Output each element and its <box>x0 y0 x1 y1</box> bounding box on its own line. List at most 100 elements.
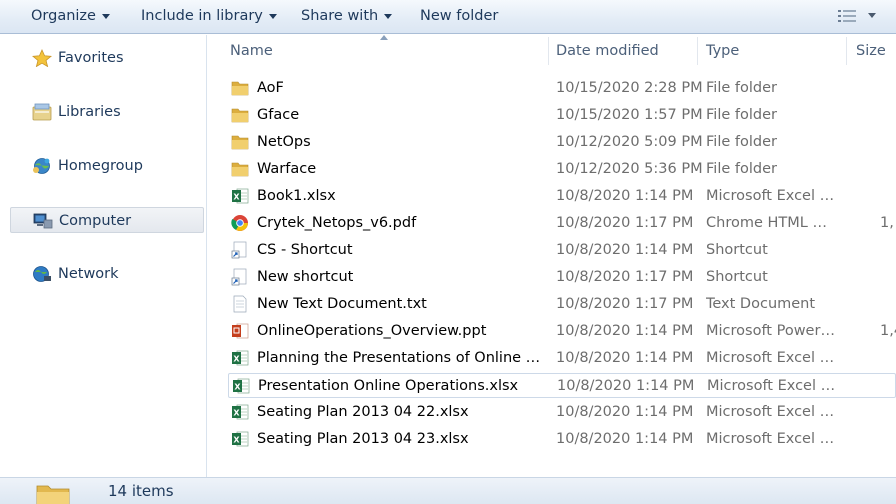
column-header-name[interactable]: Name <box>230 35 273 67</box>
column-divider[interactable] <box>548 37 549 65</box>
file-row[interactable]: OnlineOperations_Overview.ppt 10/8/2020 1… <box>228 319 896 344</box>
file-size <box>880 157 896 182</box>
file-size <box>880 400 896 425</box>
file-date-modified: 10/12/2020 5:36 PM <box>556 161 703 177</box>
svg-text:X: X <box>233 409 240 418</box>
file-size <box>881 374 896 399</box>
file-row[interactable]: NetOps 10/12/2020 5:09 PM File folder <box>228 130 896 155</box>
file-size <box>880 265 896 290</box>
file-list-pane: Name Date modified Type Size AoF 10/15/20… <box>208 35 896 477</box>
file-date-modified: 10/8/2020 1:14 PM <box>556 350 694 366</box>
file-type: Microsoft Excel W... <box>706 404 838 420</box>
navigation-pane: Favorites Libraries Homegroup Computer N… <box>0 35 207 477</box>
file-name: Seating Plan 2013 04 22.xlsx <box>257 404 469 420</box>
file-type: Microsoft PowerP... <box>706 323 838 339</box>
file-name: AoF <box>257 80 284 96</box>
nav-item-favorites[interactable]: Favorites <box>10 45 204 71</box>
column-header-size[interactable]: Size <box>856 35 886 67</box>
nav-item-label: Libraries <box>58 104 121 120</box>
new-folder-label: New folder <box>420 8 499 24</box>
file-date-modified: 10/8/2020 1:14 PM <box>557 378 695 394</box>
nav-item-label: Network <box>58 266 119 282</box>
nav-item-label: Computer <box>59 213 132 229</box>
file-size <box>880 103 896 128</box>
file-date-modified: 10/8/2020 1:17 PM <box>556 269 694 285</box>
column-divider[interactable] <box>846 37 847 65</box>
file-size <box>880 292 896 317</box>
libraries-icon <box>32 103 52 121</box>
file-row[interactable]: X Seating Plan 2013 04 22.xlsx 10/8/2020 1… <box>228 400 896 425</box>
file-size <box>880 130 896 155</box>
file-row[interactable]: X Planning the Presentations of Online Op… <box>228 346 896 371</box>
share-with-button[interactable]: Share with <box>301 7 393 27</box>
homegroup-icon <box>33 158 50 174</box>
file-name: OnlineOperations_Overview.ppt <box>257 323 487 339</box>
share-with-label: Share with <box>301 8 379 24</box>
file-date-modified: 10/15/2020 2:28 PM <box>556 80 703 96</box>
folder-icon <box>36 485 70 504</box>
file-row[interactable]: Crytek_Netops_v6.pdf 10/8/2020 1:17 PM Chr… <box>228 211 896 236</box>
column-header-date-modified[interactable]: Date modified <box>556 35 659 67</box>
file-name: Seating Plan 2013 04 23.xlsx <box>257 431 469 447</box>
nav-item-network[interactable]: Network <box>10 261 204 287</box>
include-in-library-button[interactable]: Include in library <box>141 7 277 27</box>
nav-item-computer[interactable]: Computer <box>10 207 204 233</box>
status-bar: 14 items <box>0 477 896 504</box>
file-row[interactable]: AoF 10/15/2020 2:28 PM File folder <box>228 76 896 101</box>
file-row[interactable]: CS - Shortcut 10/8/2020 1:14 PM Shortcut <box>228 238 896 263</box>
file-row[interactable]: X Presentation Online Operations.xlsx 10/8… <box>228 373 896 398</box>
file-type: File folder <box>706 107 777 123</box>
chevron-down-icon <box>268 13 277 19</box>
chevron-down-icon <box>384 13 393 19</box>
file-date-modified: 10/8/2020 1:14 PM <box>556 431 694 447</box>
file-date-modified: 10/8/2020 1:17 PM <box>556 296 694 312</box>
file-type: Shortcut <box>706 242 768 258</box>
star-icon <box>32 49 52 67</box>
new-folder-button[interactable]: New folder <box>420 7 498 27</box>
file-date-modified: 10/15/2020 1:57 PM <box>556 107 703 123</box>
file-type: File folder <box>706 134 777 150</box>
file-type: Microsoft Excel W... <box>706 350 838 366</box>
command-bar: Organize Include in library Share with N… <box>0 0 896 34</box>
file-name: NetOps <box>257 134 311 150</box>
file-type: Text Document <box>706 296 816 312</box>
file-date-modified: 10/8/2020 1:14 PM <box>556 188 694 204</box>
network-icon <box>33 266 51 282</box>
computer-icon <box>33 213 53 229</box>
organize-button[interactable]: Organize <box>31 7 110 27</box>
column-divider[interactable] <box>697 37 698 65</box>
file-date-modified: 10/8/2020 1:17 PM <box>556 215 694 231</box>
details-view-icon[interactable] <box>838 9 856 23</box>
file-type: Shortcut <box>706 269 768 285</box>
file-row[interactable]: New shortcut 10/8/2020 1:17 PM Shortcut <box>228 265 896 290</box>
file-name: New Text Document.txt <box>257 296 427 312</box>
file-row[interactable]: Warface 10/12/2020 5:36 PM File folder <box>228 157 896 182</box>
file-date-modified: 10/12/2020 5:09 PM <box>556 134 703 150</box>
file-date-modified: 10/8/2020 1:14 PM <box>556 404 694 420</box>
svg-text:X: X <box>233 193 240 202</box>
svg-text:X: X <box>234 383 241 392</box>
include-in-library-label: Include in library <box>141 8 263 24</box>
column-header-type[interactable]: Type <box>706 35 739 67</box>
file-row[interactable]: X Seating Plan 2013 04 23.xlsx 10/8/2020 1… <box>228 427 896 452</box>
nav-item-label: Homegroup <box>58 158 143 174</box>
file-name: Book1.xlsx <box>257 188 336 204</box>
file-size: 1,4 <box>880 323 896 339</box>
file-size <box>880 76 896 101</box>
svg-text:X: X <box>233 355 240 364</box>
file-row[interactable]: Gface 10/15/2020 1:57 PM File folder <box>228 103 896 128</box>
file-row[interactable]: X Book1.xlsx 10/8/2020 1:14 PM Microsoft Ex… <box>228 184 896 209</box>
file-name: New shortcut <box>257 269 354 285</box>
nav-item-homegroup[interactable]: Homegroup <box>10 153 204 179</box>
file-date-modified: 10/8/2020 1:14 PM <box>556 242 694 258</box>
file-row[interactable]: New Text Document.txt 10/8/2020 1:17 PM Te… <box>228 292 896 317</box>
view-options-dropdown[interactable] <box>868 13 876 18</box>
item-count: 14 items <box>108 482 174 500</box>
file-type: File folder <box>706 80 777 96</box>
file-name: CS - Shortcut <box>257 242 353 258</box>
nav-item-libraries[interactable]: Libraries <box>10 99 204 125</box>
file-size <box>880 238 896 263</box>
file-type: Microsoft Excel W... <box>706 188 838 204</box>
svg-text:X: X <box>233 436 240 445</box>
file-size: 1, <box>880 215 894 231</box>
